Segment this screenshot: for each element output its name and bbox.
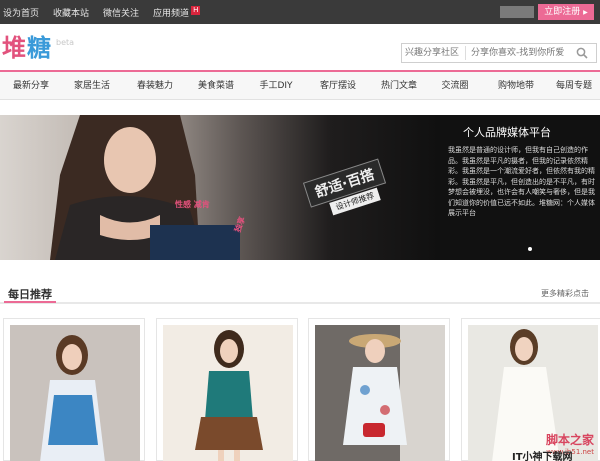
bookmark-link[interactable]: 收藏本站 xyxy=(53,6,89,19)
search-icon xyxy=(576,47,588,59)
daily-recommend-header: 每日推荐 更多精彩点击 xyxy=(0,280,600,304)
nav-item-shopping[interactable]: 购物地带 xyxy=(488,72,544,100)
section-title: 每日推荐 xyxy=(8,288,52,301)
nav-item-weekly-topic[interactable]: 每周专题 xyxy=(548,72,600,100)
card-photo-2 xyxy=(163,325,293,461)
banner-model-image xyxy=(50,115,240,260)
more-link[interactable]: 更多精彩点击 xyxy=(541,288,589,299)
logo-char-2: 糖 xyxy=(27,33,52,62)
recommend-card-2[interactable] xyxy=(156,318,298,461)
card-photo-1 xyxy=(10,325,140,461)
nav-item-home-life[interactable]: 家居生活 xyxy=(64,72,120,100)
login-box[interactable] xyxy=(500,6,534,18)
banner-slider[interactable]: 舒适·百搭 设计师推荐 性感 减肯 独享 个人品牌媒体平台 我虽然是普通的设计师… xyxy=(0,115,600,260)
search-button[interactable] xyxy=(570,44,594,62)
register-label: 立即注册 xyxy=(544,7,581,17)
search-input[interactable] xyxy=(466,45,570,61)
set-homepage-link[interactable]: 设为首页 xyxy=(3,6,39,19)
banner-title: 个人品牌媒体平台 xyxy=(463,126,551,139)
nav-item-spring-fashion[interactable]: 春装魅力 xyxy=(127,72,183,100)
corner-watermark: IT小神下载网 xyxy=(512,452,573,461)
nav-item-diy[interactable]: 手工DIY xyxy=(248,72,304,100)
search-box: 兴趣分享社区 xyxy=(401,43,597,63)
app-channel-label: 应用频道 xyxy=(153,8,190,19)
header: 堆糖 beta 兴趣分享社区 xyxy=(0,24,600,70)
top-bar: 设为首页 收藏本站 微信关注 应用频道 H 立即注册 ▶ xyxy=(0,0,600,24)
watermark-title: 脚本之家 xyxy=(545,433,594,447)
recommend-card-3[interactable] xyxy=(308,318,450,461)
banner-tag-left: 性感 减肯 xyxy=(175,200,210,209)
slider-dot-1[interactable] xyxy=(528,247,532,251)
recommend-card-4[interactable]: 脚本之家 www.jb51.net xyxy=(461,318,600,461)
register-button[interactable]: 立即注册 ▶ xyxy=(538,4,594,20)
top-links: 设为首页 收藏本站 微信关注 应用频道 H xyxy=(3,0,214,24)
recommend-card-1[interactable] xyxy=(3,318,145,461)
card-photo-3 xyxy=(315,325,445,461)
nav-item-latest[interactable]: 最新分享 xyxy=(4,72,58,100)
beta-tag: beta xyxy=(56,38,75,47)
nav-item-recipes[interactable]: 美食菜谱 xyxy=(188,72,244,100)
app-channel-link[interactable]: 应用频道 H xyxy=(153,5,201,19)
section-title-underline xyxy=(4,301,56,303)
banner-description: 我虽然是普通的设计师，但我有自己创造的作品。我虽然是平凡的摄者，但我的记录依然精… xyxy=(448,146,595,217)
page: 设为首页 收藏本站 微信关注 应用频道 H 立即注册 ▶ 堆糖 beta 兴趣分享… xyxy=(0,0,600,461)
logo-char-1: 堆 xyxy=(2,33,27,62)
nav-item-living-room[interactable]: 客厅摆设 xyxy=(310,72,366,100)
site-logo[interactable]: 堆糖 xyxy=(2,34,52,62)
nav-item-community[interactable]: 交流圈 xyxy=(431,72,479,100)
main-nav: 最新分享 家居生活 春装魅力 美食菜谱 手工DIY 客厅摆设 热门文章 交流圈 … xyxy=(0,70,600,100)
register-arrow-icon: ▶ xyxy=(583,9,588,16)
nav-item-hot-articles[interactable]: 热门文章 xyxy=(371,72,427,100)
search-scope[interactable]: 兴趣分享社区 xyxy=(402,46,466,60)
hot-badge: H xyxy=(191,5,201,15)
wechat-follow-link[interactable]: 微信关注 xyxy=(103,6,139,19)
